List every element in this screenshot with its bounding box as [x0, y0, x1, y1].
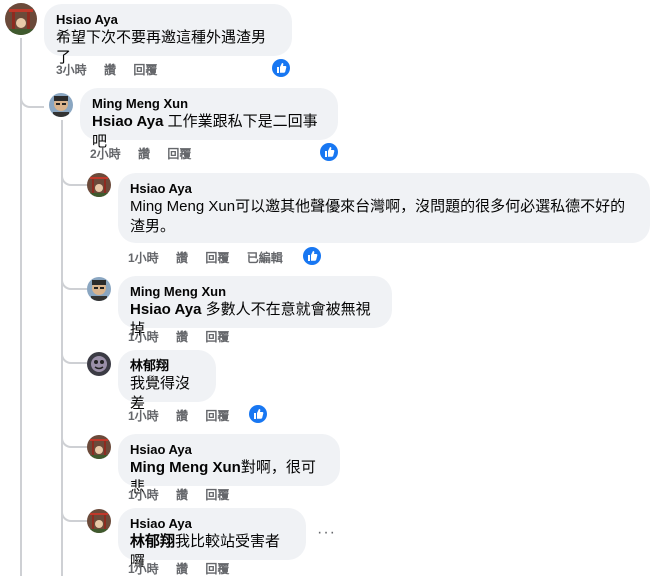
- like-button[interactable]: 讚: [176, 329, 188, 345]
- more-options-icon[interactable]: ···: [317, 524, 336, 542]
- comment-author[interactable]: 林郁翔: [130, 358, 204, 374]
- thread-connector: [61, 274, 87, 290]
- comment-bubble: Ming Meng Xun Hsiao Aya 工作業跟私下是二回事吧: [80, 88, 338, 150]
- avatar[interactable]: [87, 352, 111, 376]
- comment-timestamp[interactable]: 1小時: [128, 487, 159, 503]
- thread-connector: [61, 506, 87, 522]
- like-button[interactable]: 讚: [138, 146, 150, 162]
- like-reaction-icon[interactable]: [272, 59, 290, 77]
- comment-timestamp[interactable]: 3小時: [56, 62, 87, 78]
- like-button[interactable]: 讚: [176, 561, 188, 577]
- reply-button[interactable]: 回覆: [205, 561, 229, 577]
- comment-author[interactable]: Hsiao Aya: [130, 442, 328, 458]
- comment-actions: 1小時 讚 回覆 已編輯: [128, 250, 297, 266]
- comment-actions: 1小時 讚 回覆: [128, 487, 243, 503]
- comment-timestamp[interactable]: 1小時: [128, 329, 159, 345]
- reply-button[interactable]: 回覆: [205, 250, 229, 266]
- like-button[interactable]: 讚: [176, 487, 188, 503]
- comment-bubble: Hsiao Aya Ming Meng Xun對啊，很可悲: [118, 434, 340, 496]
- avatar[interactable]: [49, 93, 73, 117]
- avatar[interactable]: [87, 509, 111, 533]
- reply-button[interactable]: 回覆: [205, 408, 229, 424]
- mention-link[interactable]: Hsiao Aya: [130, 301, 201, 318]
- comment-actions: 3小時 讚 回覆: [56, 62, 171, 78]
- mention-link[interactable]: Hsiao Aya: [92, 113, 163, 130]
- reply-button[interactable]: 回覆: [205, 329, 229, 345]
- comment-actions: 1小時 讚 回覆: [128, 408, 243, 424]
- avatar[interactable]: [87, 277, 111, 301]
- like-reaction-icon[interactable]: [249, 405, 267, 423]
- thread-line-root: [20, 38, 22, 576]
- comment-timestamp[interactable]: 2小時: [90, 146, 121, 162]
- comment-author[interactable]: Hsiao Aya: [130, 516, 294, 532]
- reply-button[interactable]: 回覆: [133, 62, 157, 78]
- comment-bubble: Hsiao Aya Ming Meng Xun可以邀其他聲優來台灣啊，沒問題的很…: [118, 173, 650, 243]
- comment-author[interactable]: Hsiao Aya: [56, 12, 280, 28]
- thread-connector: [61, 170, 87, 186]
- avatar[interactable]: [87, 173, 111, 197]
- comment-timestamp[interactable]: 1小時: [128, 408, 159, 424]
- like-button[interactable]: 讚: [176, 408, 188, 424]
- comment-timestamp[interactable]: 1小時: [128, 250, 159, 266]
- comment-actions: 1小時 讚 回覆: [128, 329, 243, 345]
- avatar[interactable]: [87, 435, 111, 459]
- like-reaction-icon[interactable]: [303, 247, 321, 265]
- mention-link[interactable]: Ming Meng Xun: [130, 459, 241, 476]
- comment-author[interactable]: Ming Meng Xun: [130, 284, 380, 300]
- comment-actions: 2小時 讚 回覆: [90, 146, 205, 162]
- avatar[interactable]: [5, 3, 37, 35]
- thread-connector: [61, 348, 87, 364]
- thread-connector: [61, 432, 87, 448]
- comment-text: Ming Meng Xun可以邀其他聲優來台灣啊，沒問題的很多何必選私德不好的渣…: [130, 197, 638, 237]
- comment-body: 我覺得沒差: [130, 375, 191, 412]
- comment-bubble: Ming Meng Xun Hsiao Aya 多數人不在意就會被無視掉: [118, 276, 392, 338]
- reply-button[interactable]: 回覆: [205, 487, 229, 503]
- comment-bubble: Hsiao Aya 希望下次不要再邀這種外遇渣男了: [44, 4, 292, 66]
- mention-link[interactable]: Ming Meng Xun: [130, 198, 235, 215]
- reply-button[interactable]: 回覆: [167, 146, 191, 162]
- thread-connector: [20, 92, 44, 108]
- like-reaction-icon[interactable]: [320, 143, 338, 161]
- comment-timestamp[interactable]: 1小時: [128, 561, 159, 577]
- comment-author[interactable]: Hsiao Aya: [130, 181, 638, 197]
- comment-bubble: 林郁翔 我覺得沒差: [118, 350, 216, 412]
- comment-author[interactable]: Ming Meng Xun: [92, 96, 326, 112]
- mention-link[interactable]: 林郁翔: [130, 533, 175, 550]
- like-button[interactable]: 讚: [176, 250, 188, 266]
- comment-actions: 1小時 讚 回覆: [128, 561, 243, 577]
- comment-bubble: Hsiao Aya 林郁翔我比較站受害者囉: [118, 508, 306, 570]
- like-button[interactable]: 讚: [104, 62, 116, 78]
- comment-body: 希望下次不要再邀這種外遇渣男了: [56, 29, 267, 66]
- edited-label[interactable]: 已編輯: [247, 250, 283, 266]
